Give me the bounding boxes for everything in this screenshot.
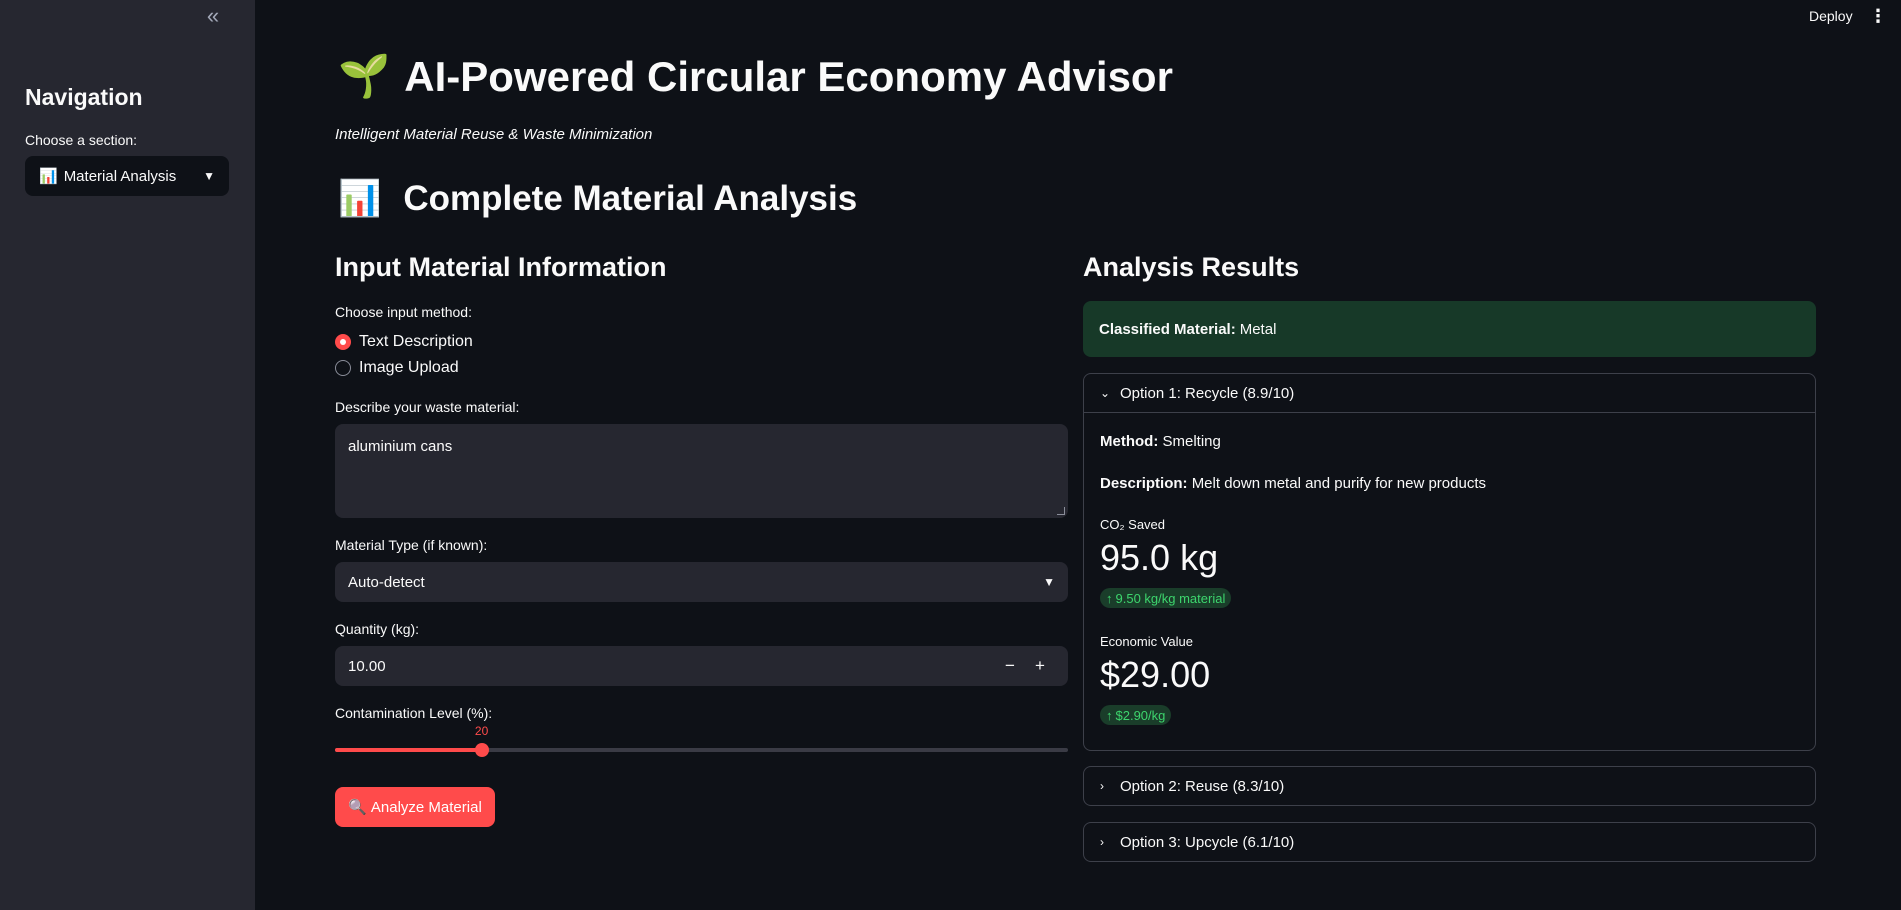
method-label: Method:: [1100, 433, 1159, 450]
resize-handle-icon[interactable]: [1057, 507, 1065, 515]
co2-delta-badge: ↑ 9.50 kg/kg material: [1100, 588, 1232, 608]
material-type-label: Material Type (if known):: [335, 537, 488, 553]
expander-option-3: › Option 3: Upcycle (6.1/10): [1083, 822, 1816, 862]
sidebar-title: Navigation: [25, 84, 143, 110]
radio-selected-icon: [335, 334, 351, 350]
contamination-label: Contamination Level (%):: [335, 705, 493, 721]
radio-text-description[interactable]: Text Description: [335, 333, 473, 351]
expander-label: Option 1: Recycle (8.9/10): [1120, 384, 1295, 402]
chevron-right-icon: ›: [1100, 835, 1104, 849]
quantity-stepper[interactable]: 10.00 − +: [335, 646, 1068, 686]
minus-icon[interactable]: −: [995, 656, 1025, 676]
economic-metric-value: $29.00: [1100, 654, 1211, 695]
contamination-slider[interactable]: 20: [335, 724, 1068, 757]
section-select-label: Choose a section:: [25, 132, 138, 148]
analyze-material-button[interactable]: 🔍 Analyze Material: [335, 787, 495, 827]
section-select[interactable]: 📊 Material Analysis ▼: [25, 156, 229, 196]
expander-label: Option 2: Reuse (8.3/10): [1120, 777, 1285, 795]
classified-label: Classified Material:: [1099, 320, 1236, 338]
radio-label: Text Description: [359, 333, 473, 350]
section-title-text: Complete Material Analysis: [403, 179, 858, 218]
results-heading: Analysis Results: [1083, 252, 1300, 282]
co2-metric-label: CO₂ Saved: [1100, 517, 1166, 532]
quantity-label: Quantity (kg):: [335, 621, 420, 637]
section-title: 📊 Complete Material Analysis: [338, 178, 857, 219]
describe-label: Describe your waste material:: [335, 399, 520, 415]
method-value: Smelting: [1162, 433, 1221, 450]
chevron-down-icon: ⌄: [1100, 386, 1111, 400]
collapse-sidebar-icon[interactable]: «: [201, 5, 225, 28]
magnifier-icon: 🔍: [348, 799, 367, 816]
plus-icon[interactable]: +: [1025, 656, 1055, 676]
input-method-label: Choose input method:: [335, 304, 472, 320]
description-textarea[interactable]: aluminium cans: [335, 424, 1068, 518]
classified-material-alert: Classified Material: Metal: [1083, 301, 1816, 357]
co2-metric-value: 95.0 kg: [1100, 537, 1219, 578]
page-title-text: AI-Powered Circular Economy Advisor: [404, 52, 1173, 100]
co2-delta-value: 9.50 kg/kg material: [1115, 590, 1226, 606]
expander-option-2: › Option 2: Reuse (8.3/10): [1083, 766, 1816, 806]
expander-header[interactable]: › Option 2: Reuse (8.3/10): [1084, 767, 1815, 805]
expander-body: Method: Smelting Description: Melt down …: [1084, 412, 1815, 750]
chart-icon: 📊: [39, 168, 58, 185]
material-type-value: Auto-detect: [348, 573, 425, 591]
page-title: 🌱 AI-Powered Circular Economy Advisor: [338, 52, 1173, 101]
expander-label: Option 3: Upcycle (6.1/10): [1120, 833, 1295, 851]
chart-icon: 📊: [338, 179, 382, 218]
description-field: Description: Melt down metal and purify …: [1100, 475, 1486, 492]
economic-metric-label: Economic Value: [1100, 634, 1193, 649]
radio-label: Image Upload: [359, 359, 459, 376]
expander-header[interactable]: › Option 3: Upcycle (6.1/10): [1084, 823, 1815, 861]
radio-unselected-icon: [335, 360, 351, 376]
radio-image-upload[interactable]: Image Upload: [335, 359, 459, 377]
main-menu-icon[interactable]: ⋮: [1869, 4, 1887, 28]
section-select-value: Material Analysis: [63, 167, 177, 185]
material-type-select[interactable]: Auto-detect ▼: [335, 562, 1068, 602]
description-text: Melt down metal and purify for new produ…: [1191, 475, 1486, 492]
slider-value: 20: [474, 724, 489, 738]
description-value: aluminium cans: [348, 438, 453, 455]
page-subtitle: Intelligent Material Reuse & Waste Minim…: [335, 126, 653, 143]
economic-delta-badge: ↑ $2.90/kg: [1100, 705, 1172, 725]
chevron-right-icon: ›: [1100, 779, 1104, 793]
quantity-value[interactable]: 10.00: [348, 658, 995, 675]
chevron-down-icon: ▼: [203, 169, 215, 183]
arrow-up-icon: ↑: [1106, 707, 1113, 723]
slider-fill: [335, 748, 482, 752]
deploy-button[interactable]: Deploy: [1809, 8, 1853, 24]
expander-header[interactable]: ⌄ Option 1: Recycle (8.9/10): [1084, 374, 1815, 412]
sidebar: « Navigation Choose a section: 📊 Materia…: [0, 0, 255, 910]
arrow-up-icon: ↑: [1106, 590, 1113, 606]
economic-delta-value: $2.90/kg: [1115, 707, 1166, 723]
chevron-down-icon: ▼: [1043, 575, 1055, 589]
input-heading: Input Material Information: [335, 252, 667, 282]
method-field: Method: Smelting: [1100, 433, 1221, 450]
expander-option-1: ⌄ Option 1: Recycle (8.9/10) Method: Sme…: [1083, 373, 1816, 751]
classified-value: Metal: [1239, 320, 1277, 338]
seedling-icon: 🌱: [338, 52, 391, 99]
description-label: Description:: [1100, 475, 1188, 492]
slider-thumb[interactable]: [474, 743, 489, 757]
analyze-label: Analyze Material: [370, 798, 482, 816]
